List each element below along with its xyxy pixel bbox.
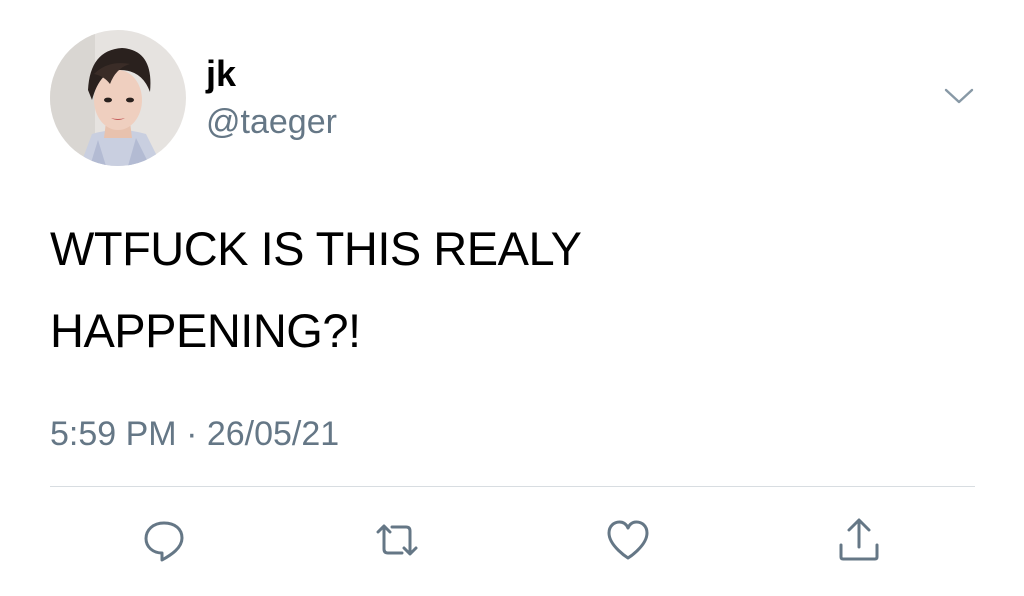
more-options-button[interactable] <box>942 84 976 108</box>
tweet-text: WTFUCK IS THIS REALY HAPPENING?! <box>50 208 950 372</box>
avatar[interactable] <box>50 30 186 166</box>
retweet-arrows-icon <box>376 524 418 556</box>
share-button[interactable] <box>834 515 884 565</box>
like-button[interactable] <box>603 515 653 565</box>
divider <box>50 486 975 487</box>
timestamp[interactable]: 5:59 PM · 26/05/21 <box>50 414 339 454</box>
speech-bubble-icon <box>144 521 184 562</box>
reply-button[interactable] <box>139 515 189 565</box>
tweet-card: jk @taeger WTFUCK IS THIS REALY HAPPENIN… <box>0 0 1024 596</box>
tweet-text-line: WTFUCK IS THIS REALY <box>50 222 582 275</box>
tweet-text-line: HAPPENING?! <box>50 304 361 357</box>
display-name[interactable]: jk <box>206 54 236 94</box>
user-handle[interactable]: @taeger <box>206 102 337 142</box>
retweet-button[interactable] <box>372 515 422 565</box>
profile-photo-icon <box>50 30 186 166</box>
heart-icon <box>607 520 649 560</box>
chevron-down-icon <box>944 88 974 104</box>
share-upload-icon <box>839 518 879 561</box>
